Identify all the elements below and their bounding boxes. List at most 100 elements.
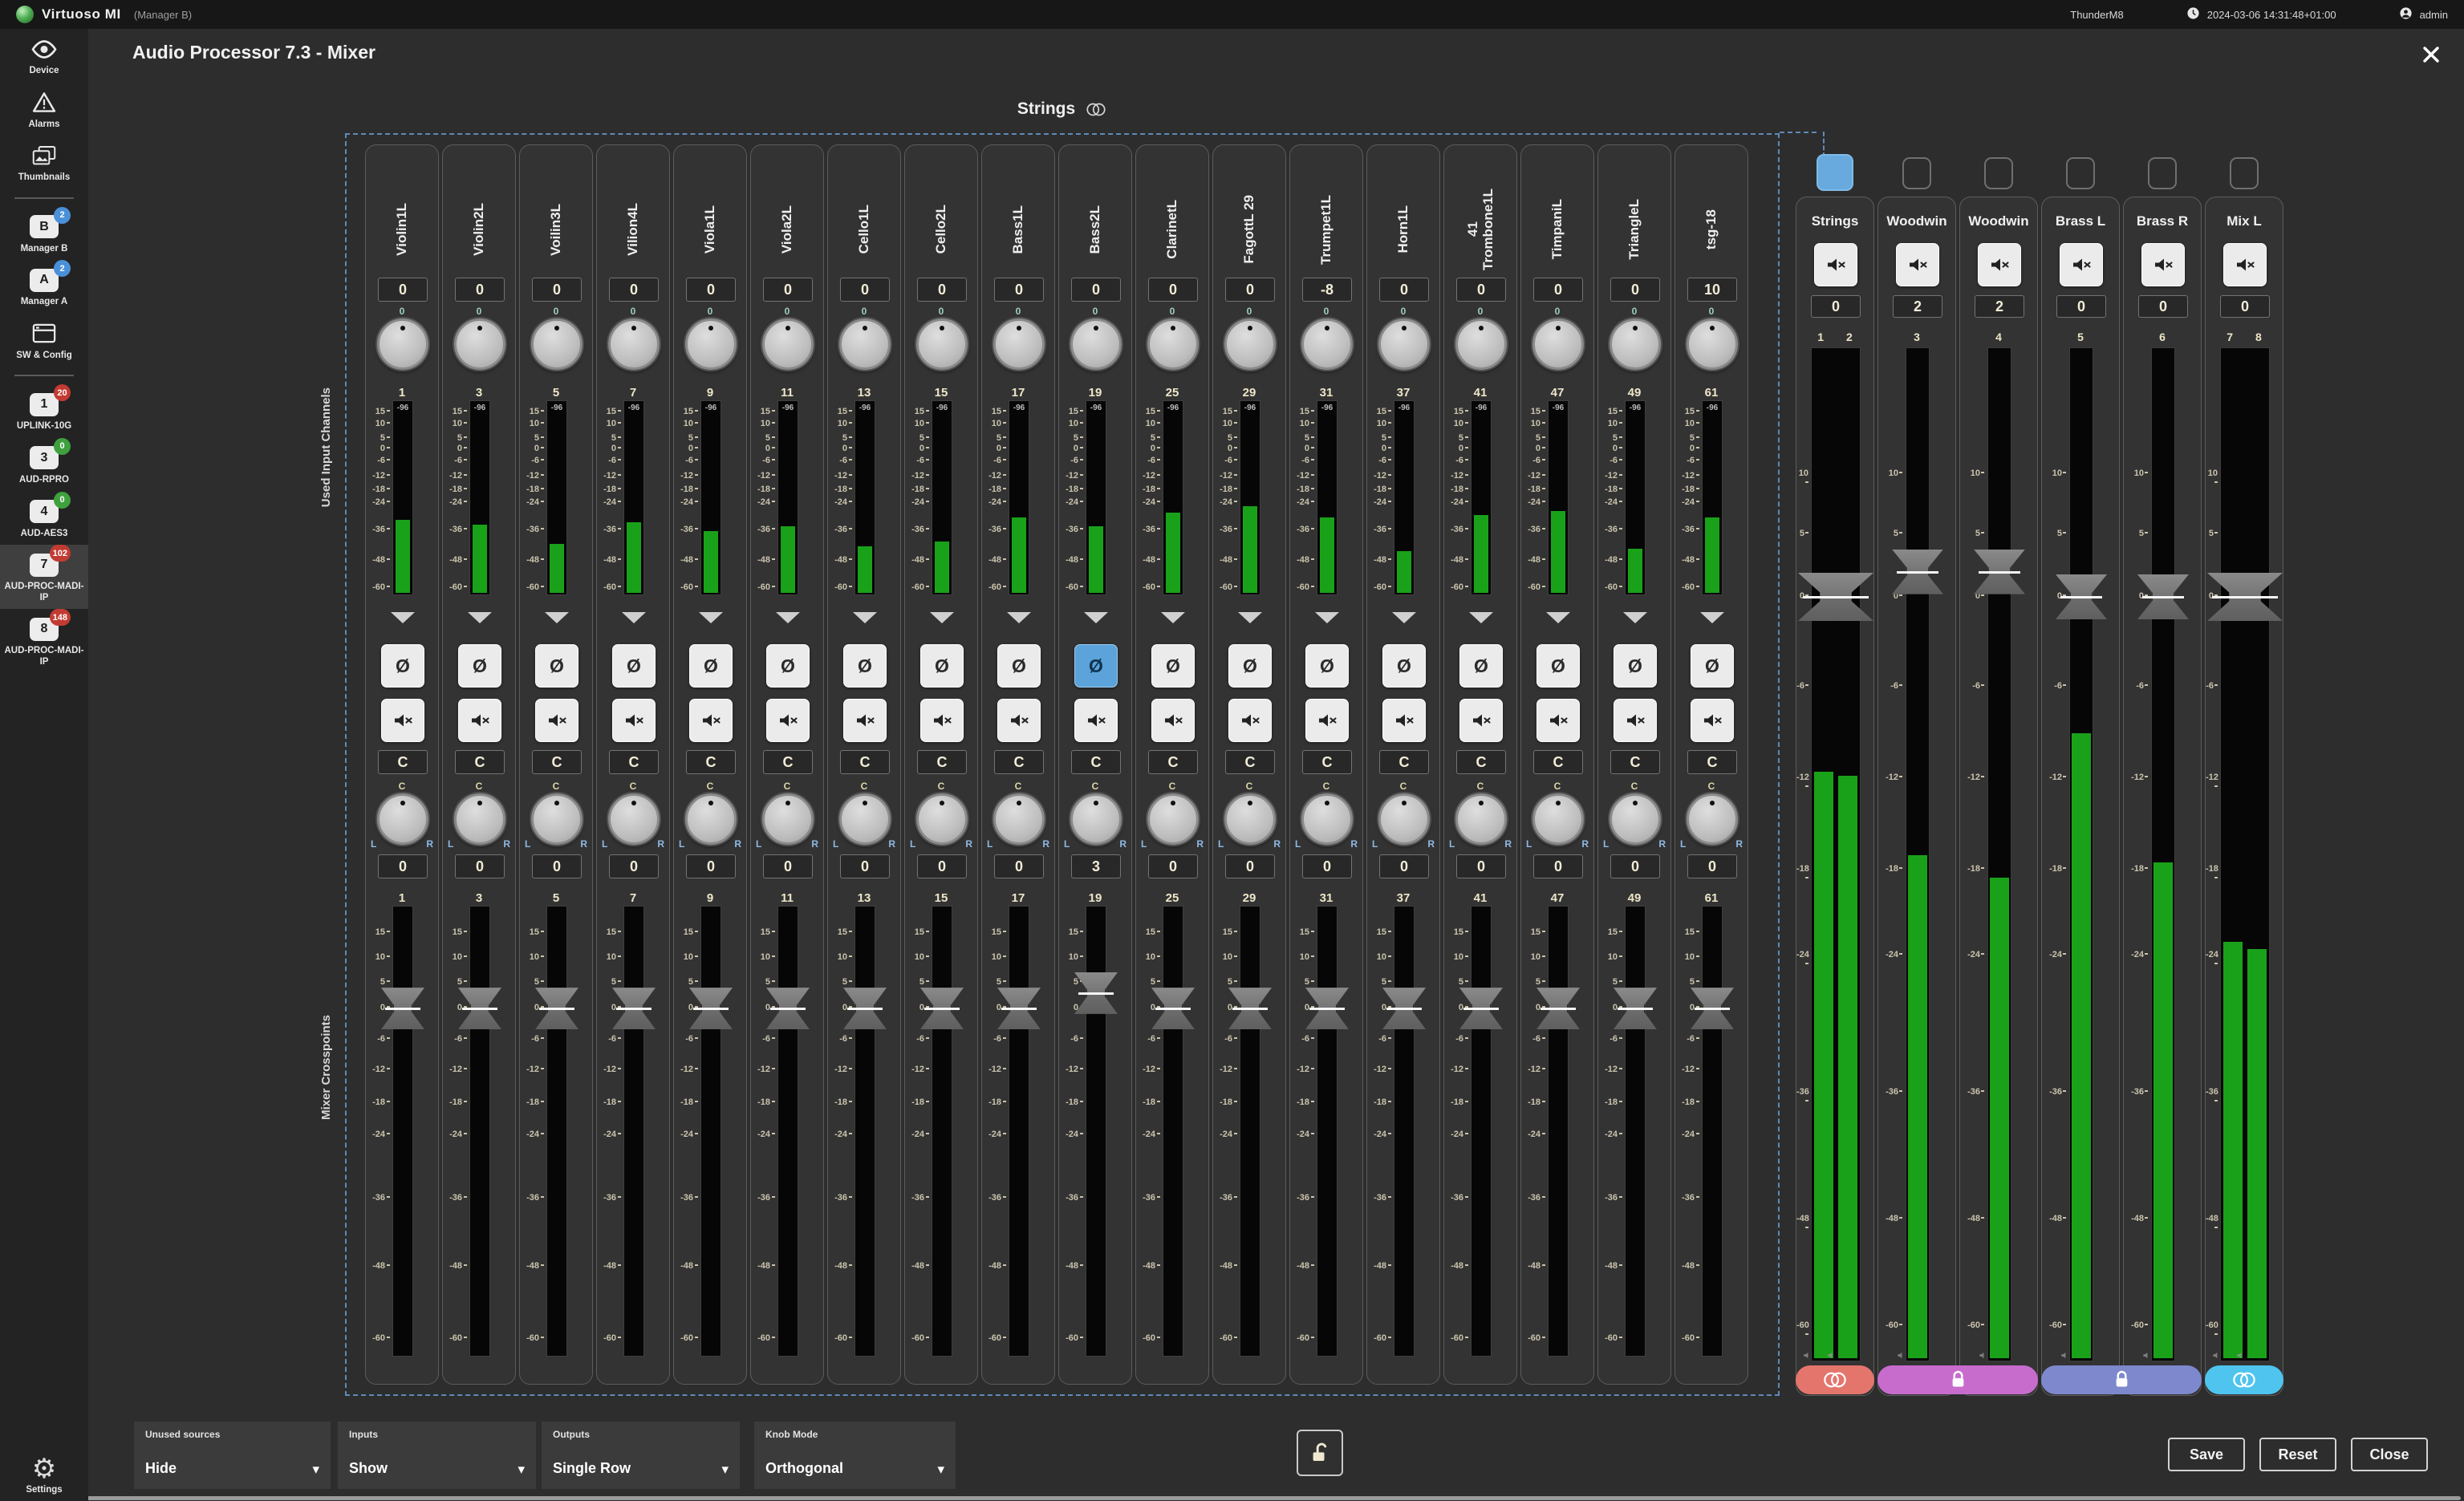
lock-button[interactable] <box>1297 1430 1343 1476</box>
crosspoint-gain-value[interactable]: 0 <box>763 854 813 878</box>
input-gain-value[interactable]: 0 <box>1148 278 1198 302</box>
pan-knob[interactable] <box>1687 793 1738 845</box>
input-gain-knob[interactable] <box>1378 318 1430 370</box>
crosspoint-gain-value[interactable]: 0 <box>1148 854 1198 878</box>
sidebar-item-device[interactable]: Device <box>0 29 88 83</box>
input-gain-knob[interactable] <box>839 318 891 370</box>
input-gain-knob[interactable] <box>685 318 737 370</box>
collapse-arrow-icon[interactable] <box>468 612 492 623</box>
reset-button[interactable]: Reset <box>2259 1438 2336 1471</box>
input-gain-value[interactable]: 0 <box>1225 278 1275 302</box>
pan-value[interactable]: C <box>1379 750 1429 774</box>
collapse-arrow-icon[interactable] <box>930 612 954 623</box>
input-gain-value[interactable]: 10 <box>1687 278 1737 302</box>
pan-knob[interactable] <box>1532 793 1584 845</box>
collapse-arrow-icon[interactable] <box>1700 612 1724 623</box>
dropdown-inputs[interactable]: InputsShow▾ <box>338 1422 536 1489</box>
sidebar-item-settings[interactable]: ⚙Settings <box>0 1455 88 1496</box>
mute-button[interactable] <box>1151 699 1195 742</box>
collapse-arrow-icon[interactable] <box>1161 612 1185 623</box>
pan-value[interactable]: C <box>455 750 505 774</box>
input-gain-knob[interactable] <box>1455 318 1507 370</box>
input-gain-value[interactable]: 0 <box>917 278 967 302</box>
crosspoint-gain-value[interactable]: 0 <box>455 854 505 878</box>
pan-value[interactable]: C <box>1533 750 1583 774</box>
pan-knob[interactable] <box>916 793 968 845</box>
output-link-pill[interactable] <box>2205 1365 2283 1394</box>
output-select-tab[interactable] <box>2148 157 2177 189</box>
input-gain-knob[interactable] <box>1687 318 1738 370</box>
input-gain-value[interactable]: 0 <box>1610 278 1660 302</box>
input-gain-value[interactable]: 0 <box>1071 278 1121 302</box>
input-gain-knob[interactable] <box>608 318 660 370</box>
mute-button[interactable] <box>612 699 656 742</box>
scrollbar-thumb[interactable] <box>45 1496 2461 1500</box>
pan-knob[interactable] <box>993 793 1045 845</box>
pan-value[interactable]: C <box>1456 750 1506 774</box>
mute-button[interactable] <box>535 699 578 742</box>
collapse-arrow-icon[interactable] <box>776 612 800 623</box>
input-gain-knob[interactable] <box>762 318 814 370</box>
pan-value[interactable]: C <box>609 750 659 774</box>
pan-knob[interactable] <box>1224 793 1276 845</box>
pan-value[interactable]: C <box>994 750 1044 774</box>
pan-knob[interactable] <box>1378 793 1430 845</box>
collapse-arrow-icon[interactable] <box>391 612 415 623</box>
input-gain-knob[interactable] <box>1532 318 1584 370</box>
mute-button[interactable] <box>1305 699 1349 742</box>
pan-value[interactable]: C <box>763 750 813 774</box>
input-gain-knob[interactable] <box>377 318 428 370</box>
mute-button[interactable] <box>1691 699 1734 742</box>
dropdown-unused-sources[interactable]: Unused sourcesHide▾ <box>134 1422 331 1489</box>
phase-button[interactable]: Ø <box>1459 644 1503 688</box>
mute-button[interactable] <box>458 699 501 742</box>
input-gain-knob[interactable] <box>1147 318 1199 370</box>
input-gain-knob[interactable] <box>1610 318 1661 370</box>
user-menu[interactable]: admin <box>2399 6 2448 22</box>
input-gain-knob[interactable] <box>1224 318 1276 370</box>
close-button[interactable]: Close <box>2351 1438 2428 1471</box>
output-select-tab[interactable] <box>1902 157 1931 189</box>
mute-button[interactable] <box>1978 243 2021 286</box>
pan-knob[interactable] <box>762 793 814 845</box>
output-gain-value[interactable]: 0 <box>1811 295 1861 318</box>
mute-button[interactable] <box>689 699 733 742</box>
input-gain-value[interactable]: -8 <box>1302 278 1352 302</box>
output-gain-value[interactable]: 2 <box>1893 295 1942 318</box>
phase-button[interactable]: Ø <box>1305 644 1349 688</box>
input-gain-value[interactable]: 0 <box>763 278 813 302</box>
input-gain-knob[interactable] <box>1070 318 1122 370</box>
mute-button[interactable] <box>1074 699 1118 742</box>
sidebar-item-alarms[interactable]: Alarms <box>0 83 88 136</box>
output-gain-value[interactable]: 2 <box>1975 295 2024 318</box>
collapse-arrow-icon[interactable] <box>545 612 569 623</box>
input-gain-value[interactable]: 0 <box>994 278 1044 302</box>
sidebar-item-manager-b[interactable]: B2Manager B <box>0 207 88 261</box>
dropdown-outputs[interactable]: OutputsSingle Row▾ <box>542 1422 740 1489</box>
mute-button[interactable] <box>381 699 424 742</box>
mute-button[interactable] <box>1536 699 1580 742</box>
phase-button[interactable]: Ø <box>920 644 964 688</box>
phase-button[interactable]: Ø <box>1151 644 1195 688</box>
input-gain-knob[interactable] <box>531 318 583 370</box>
mute-button[interactable] <box>1382 699 1426 742</box>
sidebar-item-thumbnails[interactable]: Thumbnails <box>0 136 88 189</box>
horizontal-scrollbar[interactable] <box>45 1495 2464 1501</box>
crosspoint-gain-value[interactable]: 0 <box>1456 854 1506 878</box>
mute-button[interactable] <box>1614 699 1657 742</box>
collapse-arrow-icon[interactable] <box>699 612 723 623</box>
output-gain-value[interactable]: 0 <box>2056 295 2106 318</box>
input-gain-value[interactable]: 0 <box>1533 278 1583 302</box>
close-dialog-button[interactable] <box>2417 40 2446 69</box>
pan-value[interactable]: C <box>686 750 736 774</box>
crosspoint-gain-value[interactable]: 0 <box>378 854 428 878</box>
mute-button[interactable] <box>2060 243 2103 286</box>
crosspoint-gain-value[interactable]: 3 <box>1071 854 1121 878</box>
mute-button[interactable] <box>766 699 810 742</box>
sidebar-item-aud-proc-madi-ip[interactable]: 8148AUD-PROC-MADI-IP <box>0 609 88 673</box>
output-select-tab[interactable] <box>1984 157 2013 189</box>
input-gain-value[interactable]: 0 <box>378 278 428 302</box>
pan-value[interactable]: C <box>917 750 967 774</box>
sidebar-item-aud-aes3[interactable]: 40AUD-AES3 <box>0 492 88 546</box>
phase-button[interactable]: Ø <box>689 644 733 688</box>
